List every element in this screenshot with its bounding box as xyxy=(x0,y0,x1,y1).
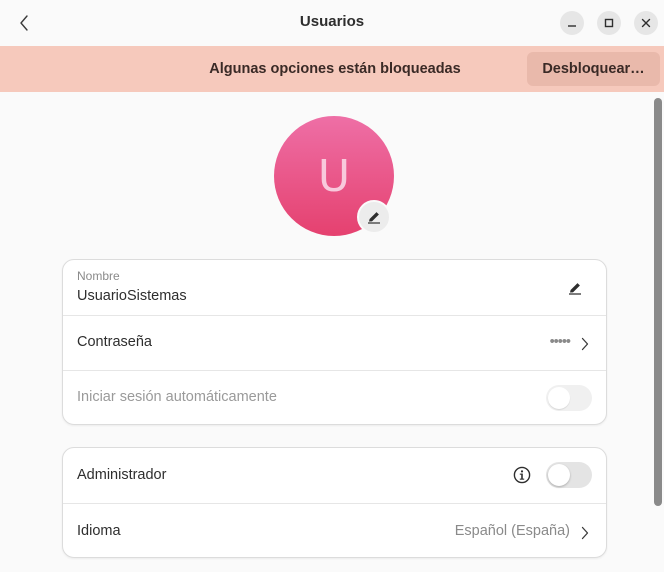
maximize-button[interactable] xyxy=(597,11,621,35)
password-value: ••••• xyxy=(549,334,571,350)
info-icon xyxy=(513,466,531,484)
autologin-row: Iniciar sesión automáticamente xyxy=(63,370,606,424)
password-row[interactable]: Contraseña ••••• xyxy=(63,315,606,370)
chevron-right-icon xyxy=(579,525,591,541)
pencil-icon xyxy=(569,283,581,295)
admin-switch[interactable] xyxy=(546,462,592,488)
edit-avatar-button[interactable] xyxy=(357,200,391,234)
password-label: Contraseña xyxy=(77,334,152,350)
unlock-button[interactable]: Desbloquear… xyxy=(527,52,660,86)
users-window: Usuarios Algunas opciones están bloquead… xyxy=(0,0,664,572)
minimize-icon xyxy=(568,25,576,27)
language-value: Español (España) xyxy=(454,523,570,539)
switch-knob xyxy=(548,387,570,409)
language-row[interactable]: Idioma Español (España) xyxy=(63,503,606,557)
autologin-label: Iniciar sesión automáticamente xyxy=(77,389,277,405)
switch-knob xyxy=(548,464,570,486)
admin-info-button[interactable] xyxy=(508,461,536,489)
account-card: Nombre UsuarioSistemas Contraseña ••••• … xyxy=(62,259,607,425)
header-bar: Usuarios xyxy=(0,0,664,46)
avatar-initial: U xyxy=(317,150,351,202)
name-row: Nombre UsuarioSistemas xyxy=(63,260,606,315)
chevron-right-icon xyxy=(579,336,591,352)
banner-message: Algunas opciones están bloqueadas xyxy=(209,61,461,77)
close-icon xyxy=(641,18,651,28)
edit-name-button[interactable] xyxy=(561,274,589,302)
name-caption: Nombre xyxy=(77,269,120,283)
name-value: UsuarioSistemas xyxy=(77,288,187,304)
close-button[interactable] xyxy=(634,11,658,35)
language-label: Idioma xyxy=(77,523,121,539)
admin-label: Administrador xyxy=(77,467,167,483)
pencil-icon xyxy=(368,212,380,224)
maximize-icon xyxy=(604,18,614,28)
minimize-button[interactable] xyxy=(560,11,584,35)
scrollbar[interactable] xyxy=(654,98,662,506)
admin-row: Administrador xyxy=(63,448,606,503)
privileges-card: Administrador Idioma Español (España) xyxy=(62,447,607,558)
autologin-switch[interactable] xyxy=(546,385,592,411)
